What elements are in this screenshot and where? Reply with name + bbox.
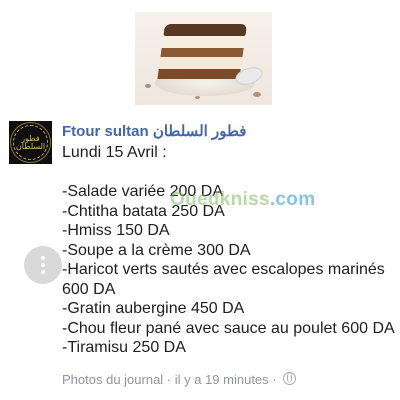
post-line: -Gratin aubergine 450 DA	[62, 300, 245, 317]
post-photo[interactable]	[135, 12, 272, 105]
page-avatar[interactable]: فطور السلطان	[9, 121, 52, 164]
post-meta: Photos du journal · il y a 19 minutes ·	[62, 372, 297, 387]
post-line: -Haricot verts sautés avec escalopes mar…	[62, 261, 385, 298]
watermark-brand: Ouedkniss	[170, 189, 270, 210]
globe-icon	[283, 372, 297, 385]
avatar-logo: فطور السلطان	[13, 125, 48, 160]
tiramisu-slice	[157, 24, 248, 82]
page-name-link[interactable]: Ftour sultan فطور السلطان	[62, 122, 246, 140]
post-text: Lundi 15 Avril : -Salade variée 200 DA -…	[62, 143, 397, 358]
post-line: -Chou fleur pané avec sauce au poulet 60…	[62, 319, 395, 337]
post-line: -Hmiss 150 DA	[62, 222, 170, 239]
avatar-logo-text: فطور السلطان	[15, 133, 46, 151]
post-line: -Tiramisu 250 DA	[62, 339, 186, 356]
site-watermark: Ouedkniss.com	[170, 189, 315, 211]
watermark-suffix: .com	[269, 189, 316, 210]
more-vertical-icon	[41, 256, 45, 260]
post-line: -Soupe a la crème 300 DA	[62, 241, 251, 259]
more-options-button[interactable]	[24, 246, 62, 284]
post-line: Lundi 15 Avril :	[62, 144, 167, 161]
post-meta-text: Photos du journal · il y a 19 minutes ·	[62, 372, 277, 387]
post-header: Ftour sultan فطور السلطان	[62, 122, 390, 142]
post-line	[62, 163, 397, 183]
